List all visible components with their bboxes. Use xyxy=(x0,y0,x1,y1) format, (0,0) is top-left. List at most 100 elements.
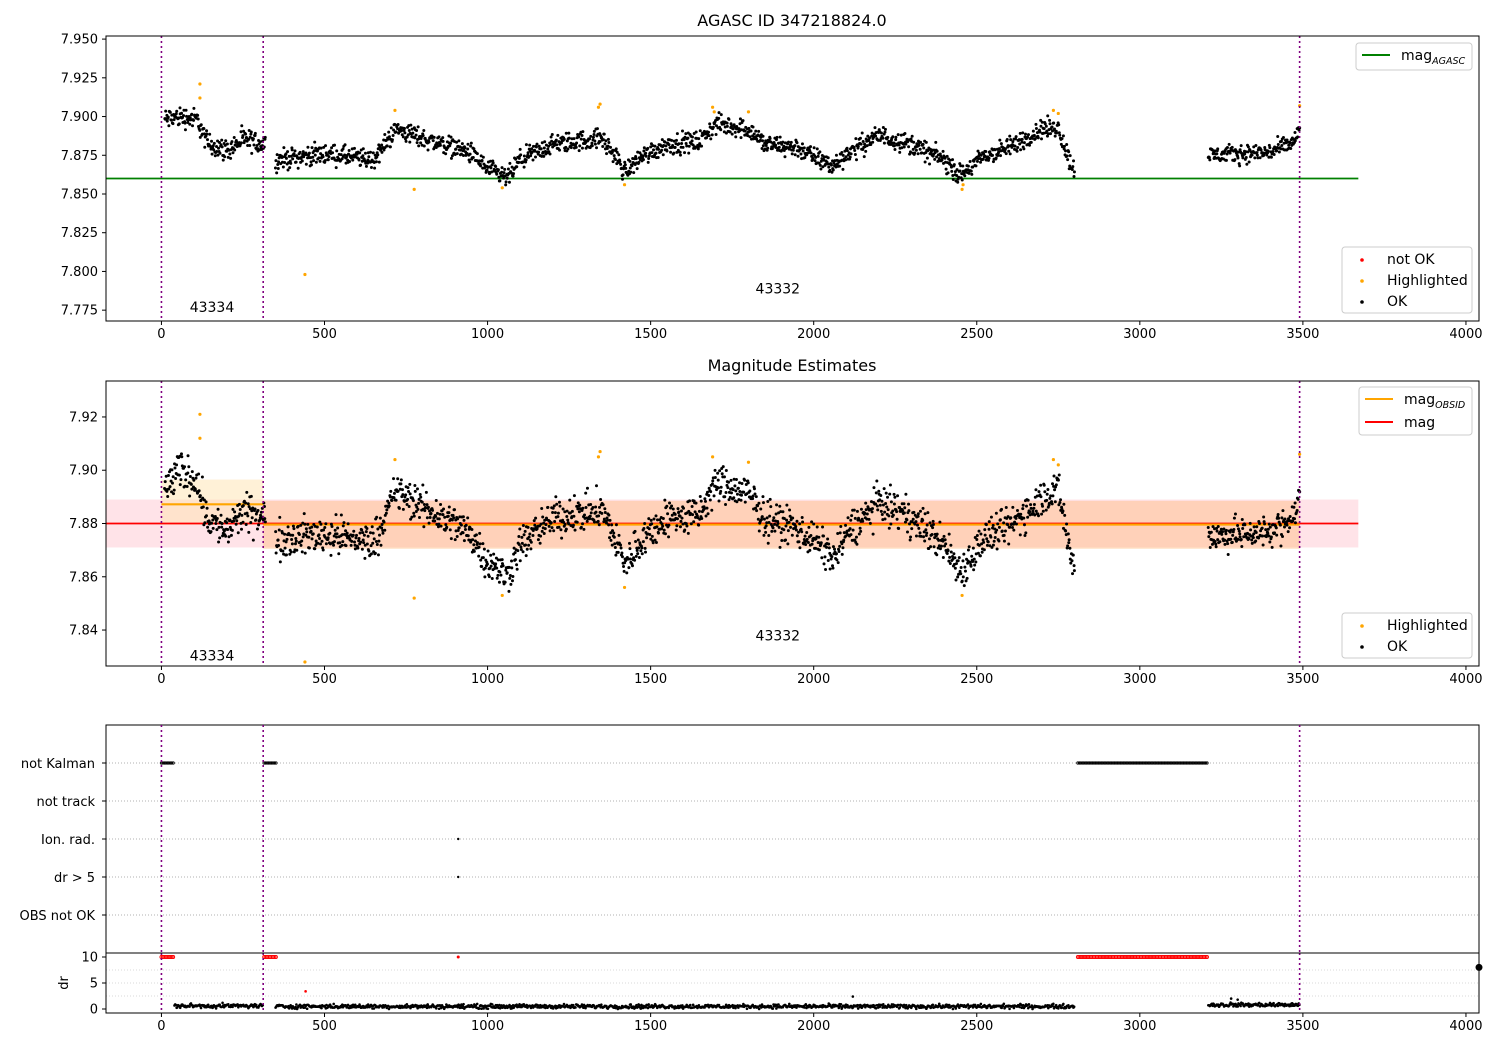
ok-point xyxy=(646,146,650,150)
ok-point xyxy=(495,576,499,580)
ok-point xyxy=(716,471,720,475)
ok-point xyxy=(802,146,806,150)
ok-point xyxy=(1068,154,1072,158)
ok-point xyxy=(594,510,598,514)
ok-point xyxy=(1011,505,1015,509)
ok-point xyxy=(174,477,178,481)
ok-point xyxy=(963,569,967,573)
ok-point xyxy=(183,465,187,469)
ok-point xyxy=(947,532,951,536)
ok-point xyxy=(627,541,631,545)
ok-point xyxy=(707,493,711,497)
ok-point xyxy=(533,523,537,527)
x-tick-label: 1500 xyxy=(634,672,667,687)
ok-point xyxy=(581,522,585,526)
dr-point xyxy=(199,1006,203,1010)
ok-point xyxy=(923,539,927,543)
ok-point xyxy=(595,127,599,131)
ok-point xyxy=(564,131,568,135)
ok-point xyxy=(307,151,311,155)
ok-point xyxy=(1026,498,1030,502)
ok-point xyxy=(983,533,987,537)
ok-point xyxy=(320,539,324,543)
ok-point xyxy=(1036,136,1040,140)
ok-point xyxy=(417,501,421,505)
ok-point xyxy=(315,525,319,529)
ok-point xyxy=(650,534,654,538)
ok-point xyxy=(253,131,257,135)
ok-point xyxy=(1006,523,1010,527)
ok-point xyxy=(983,528,987,532)
ok-point xyxy=(1003,529,1007,533)
ok-point xyxy=(727,117,731,121)
ok-point xyxy=(831,168,835,172)
ok-point xyxy=(720,472,724,476)
ok-point xyxy=(456,517,460,521)
ok-point xyxy=(379,543,383,547)
highlighted-point xyxy=(500,186,504,190)
dr-point xyxy=(803,1006,806,1009)
ok-point xyxy=(283,546,287,550)
ok-point xyxy=(708,122,712,126)
ok-point xyxy=(815,525,819,529)
ok-point xyxy=(487,575,491,579)
ok-point xyxy=(818,150,822,154)
ok-point xyxy=(961,164,965,168)
ok-point xyxy=(612,531,616,535)
ok-point xyxy=(404,139,408,143)
ok-point xyxy=(727,480,731,484)
ok-point xyxy=(699,499,703,503)
ok-point xyxy=(1066,532,1070,536)
ok-point xyxy=(1279,544,1283,548)
ok-point xyxy=(1293,501,1297,505)
ok-point xyxy=(826,156,830,160)
ok-point xyxy=(172,492,176,496)
ok-point xyxy=(643,550,647,554)
ok-point xyxy=(528,143,532,147)
ok-point xyxy=(736,486,740,490)
ok-point xyxy=(338,541,342,545)
ok-point xyxy=(425,503,429,507)
ok-point xyxy=(358,151,362,155)
ok-point xyxy=(613,157,617,161)
ok-point xyxy=(1255,153,1259,157)
panel-1-title: AGASC ID 347218824.0 xyxy=(697,11,886,30)
ok-point xyxy=(635,167,639,171)
ok-point xyxy=(975,537,979,541)
ok-point xyxy=(505,571,509,575)
ok-point xyxy=(862,155,866,159)
ok-point xyxy=(453,538,457,542)
ok-point xyxy=(694,130,698,134)
ok-point xyxy=(679,509,683,513)
ok-point xyxy=(647,157,651,161)
ok-point xyxy=(678,150,682,154)
ok-point xyxy=(773,522,777,526)
ok-point xyxy=(610,523,614,527)
ok-point xyxy=(619,543,623,547)
ok-point xyxy=(902,502,906,506)
ok-point xyxy=(302,512,306,516)
ok-point xyxy=(608,518,612,522)
ok-point xyxy=(1232,516,1236,520)
ok-point xyxy=(751,125,755,129)
ok-point xyxy=(186,471,190,475)
ok-point xyxy=(714,132,718,136)
ok-point xyxy=(341,524,345,528)
dr-point xyxy=(332,1002,336,1006)
ok-point xyxy=(215,528,219,532)
ok-point xyxy=(485,562,489,566)
ok-point xyxy=(482,547,486,551)
legend-label-mag: mag xyxy=(1404,415,1435,431)
ok-point xyxy=(383,133,387,137)
ok-point xyxy=(464,523,468,527)
ok-point xyxy=(1227,142,1231,146)
ok-point xyxy=(617,533,621,537)
ok-point xyxy=(946,171,950,175)
ok-point xyxy=(978,554,982,558)
ok-point xyxy=(387,135,391,139)
ok-point xyxy=(891,513,895,517)
ok-point xyxy=(394,130,398,134)
ok-point xyxy=(1206,525,1210,529)
ok-point xyxy=(761,134,765,138)
ok-point xyxy=(834,153,838,157)
